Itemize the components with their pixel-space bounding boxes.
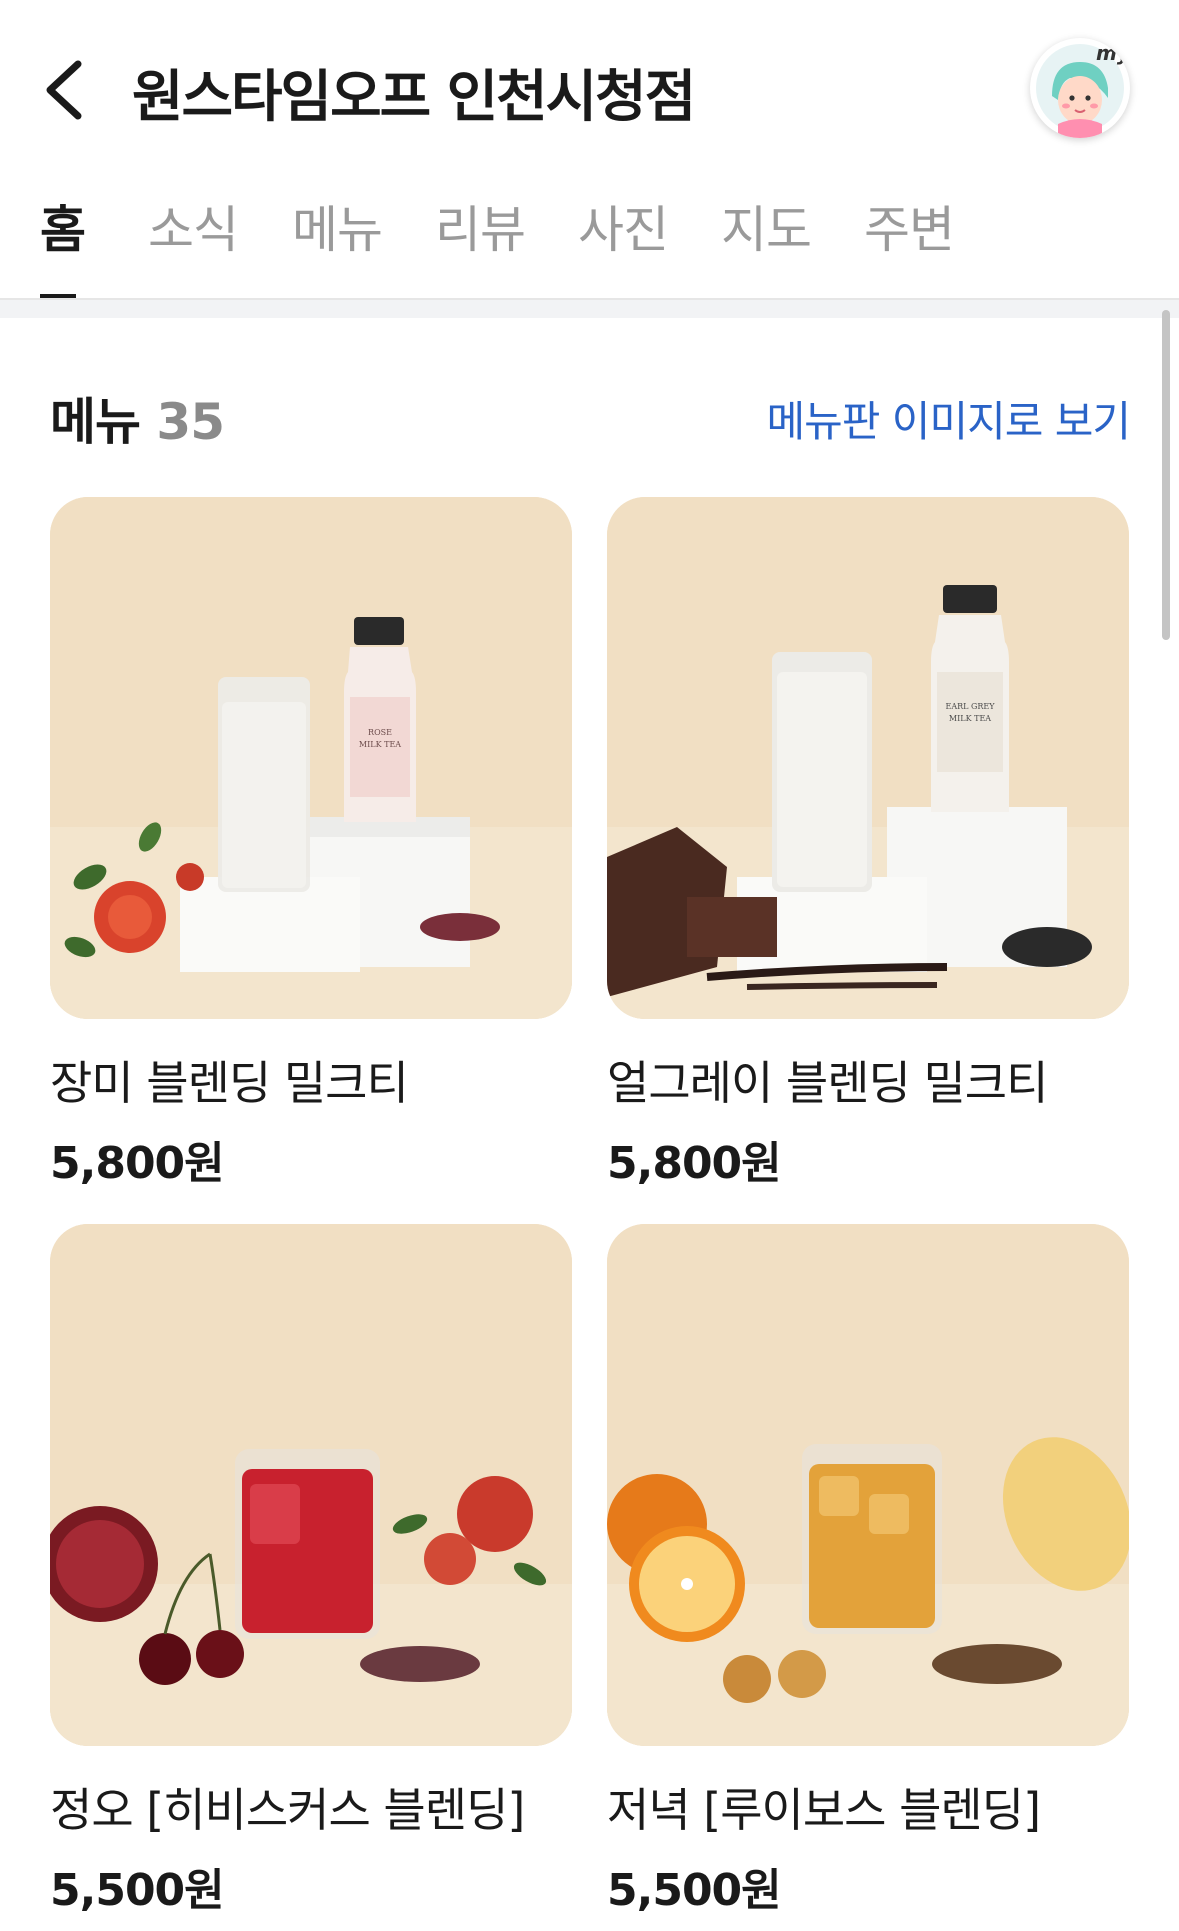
app-header: 원스타임오프 인천시청점 my [0,0,1179,170]
menu-item-name: 얼그레이 블렌딩 밀크티 [607,1056,1048,1110]
tab-label: 소식 [148,201,239,259]
bottle-label-text: EARL GREY [945,702,995,711]
back-button[interactable] [40,50,100,130]
menu-item-price: 5,800원 [607,1138,782,1189]
menu-item-photo: ROSE MILK TEA [50,497,572,1019]
tab-menu[interactable]: 메뉴 [292,190,383,300]
menu-item-card[interactable]: ROSE MILK TEA 장미 블렌딩 밀크티 5,800원 [50,497,572,1191]
menu-item-price: 5,800원 [50,1138,225,1189]
menu-item-card[interactable]: 저녁 [루이보스 블렌딩] 5,500원 [607,1224,1129,1918]
tab-label: 홈 [40,201,86,259]
tab-map[interactable]: 지도 [721,190,812,300]
tab-reviews[interactable]: 리뷰 [435,190,526,300]
tab-divider [0,298,1179,318]
menu-section-title: 메뉴 35 [50,382,225,454]
tab-label: 사진 [578,201,669,259]
menu-item-photo: EARL GREY MILK TEA [607,497,1129,1019]
menu-item-name: 저녁 [루이보스 블렌딩] [607,1783,1041,1837]
bottle-label-text: ROSE [368,728,392,737]
tab-news[interactable]: 소식 [148,190,239,300]
tab-home[interactable]: 홈 [40,190,86,300]
tab-label: 메뉴 [292,201,383,259]
my-profile-button[interactable]: my [1030,38,1130,138]
tab-label: 지도 [721,201,812,259]
menu-item-photo [607,1224,1129,1746]
menu-count: 35 [156,393,225,451]
view-menu-image-link[interactable]: 메뉴판 이미지로 보기 [767,388,1131,449]
menu-item-card[interactable]: 정오 [히비스커스 블렌딩] 5,500원 [50,1224,572,1918]
tab-bar: 홈 소식 메뉴 리뷰 사진 지도 주변 [0,190,1179,300]
tab-nearby[interactable]: 주변 [864,190,955,300]
menu-item-name: 정오 [히비스커스 블렌딩] [50,1783,525,1837]
tab-label: 주변 [864,201,955,259]
menu-item-price: 5,500원 [607,1865,782,1916]
chevron-left-icon [46,60,82,120]
scrollbar[interactable] [1162,310,1170,640]
menu-title-text: 메뉴 [50,393,141,451]
menu-item-name: 장미 블렌딩 밀크티 [50,1056,409,1110]
bottle-label-text: MILK TEA [949,714,991,723]
menu-item-price: 5,500원 [50,1865,225,1916]
menu-section-header: 메뉴 35 메뉴판 이미지로 보기 [50,382,1131,454]
avatar-icon: my [1036,41,1130,138]
avatar-my-text: my [1096,41,1130,65]
tab-label: 리뷰 [435,201,526,259]
menu-item-card[interactable]: EARL GREY MILK TEA 얼그레이 블렌딩 밀크티 5,800원 [607,497,1129,1191]
menu-item-photo [50,1224,572,1746]
page-title: 원스타임오프 인천시청점 [132,65,696,130]
bottle-label-text: MILK TEA [359,740,401,749]
tab-photos[interactable]: 사진 [578,190,669,300]
